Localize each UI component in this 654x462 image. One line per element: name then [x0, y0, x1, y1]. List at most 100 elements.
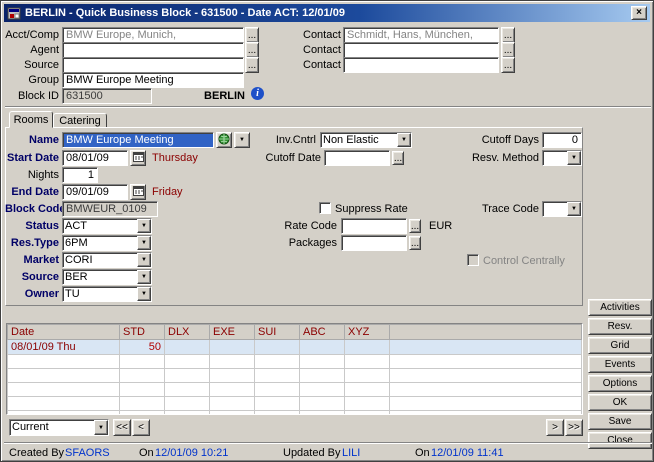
trace-code-value: [543, 202, 567, 216]
end-date-label: End Date: [5, 186, 59, 198]
header-separator: [5, 106, 651, 108]
tab-catering[interactable]: Catering: [53, 113, 107, 128]
chevron-down-icon[interactable]: ▼: [397, 133, 411, 147]
end-date-calendar-button[interactable]: [130, 184, 146, 200]
acct-comp-lookup-button[interactable]: ...: [245, 27, 259, 43]
grid-cell[interactable]: [390, 340, 582, 355]
chevron-down-icon[interactable]: ▼: [137, 253, 151, 267]
activities-button[interactable]: Activities: [588, 299, 652, 316]
chevron-down-icon[interactable]: ▼: [137, 236, 151, 250]
grid-data-row[interactable]: 08/01/09 Thu 50: [8, 340, 582, 355]
contact3-lookup-button[interactable]: ...: [501, 57, 515, 73]
rate-code-input[interactable]: [341, 218, 407, 234]
trace-code-combo[interactable]: ▼: [542, 201, 582, 217]
market-combo[interactable]: CORI ▼: [62, 252, 152, 268]
grid-button[interactable]: Grid: [588, 337, 652, 354]
chevron-down-icon[interactable]: ▼: [137, 270, 151, 284]
contact1-lookup-button[interactable]: ...: [501, 27, 515, 43]
contact2-input[interactable]: [343, 42, 499, 58]
created-by-label: Created By: [9, 447, 64, 459]
grid-view-combo[interactable]: Current ▼: [9, 419, 109, 436]
chevron-down-icon: ▼: [239, 137, 245, 143]
info-icon[interactable]: i: [251, 87, 264, 100]
contact1-input[interactable]: [343, 27, 499, 43]
rate-code-lookup-button[interactable]: ...: [409, 219, 421, 233]
start-date-input[interactable]: [62, 150, 128, 166]
grid-empty-row: [8, 411, 582, 416]
grid-col-sui: SUI: [255, 325, 300, 340]
titlebar-close-button[interactable]: ×: [631, 6, 647, 20]
agent-input[interactable]: [62, 42, 244, 58]
tab-rooms-label: Rooms: [14, 114, 49, 126]
grid-header-row: Date STD DLX EXE SUI ABC XYZ: [8, 325, 582, 340]
grid-cell[interactable]: [345, 340, 390, 355]
cutoff-date-lookup-button[interactable]: ...: [392, 151, 404, 165]
end-date-input[interactable]: [62, 184, 128, 200]
resv-method-combo[interactable]: ▼: [542, 150, 582, 166]
agent-lookup-button[interactable]: ...: [245, 42, 259, 58]
acct-comp-label: Acct/Comp: [5, 29, 59, 41]
grid-cell-date[interactable]: 08/01/09 Thu: [8, 340, 120, 355]
chevron-down-icon[interactable]: ▼: [567, 151, 581, 165]
grid-col-exe: EXE: [210, 325, 255, 340]
market-value: CORI: [63, 253, 137, 267]
close-button[interactable]: Close: [588, 432, 652, 449]
chevron-down-icon[interactable]: ▼: [94, 420, 108, 435]
cutoff-days-label: Cutoff Days: [451, 134, 539, 146]
inv-cntrl-combo[interactable]: Non Elastic ▼: [320, 132, 412, 148]
grid-empty-row: [8, 383, 582, 397]
resv-method-label: Resv. Method: [451, 152, 539, 164]
updated-by-value: LILI: [342, 447, 360, 459]
footer-separator: [4, 442, 652, 444]
inv-cntrl-label: Inv.Cntrl: [256, 134, 316, 146]
grid-empty-row: [8, 397, 582, 411]
page-last-button: >>: [565, 419, 583, 436]
cutoff-date-input[interactable]: [324, 150, 390, 166]
source-account-input[interactable]: [62, 57, 244, 73]
save-button[interactable]: Save: [588, 413, 652, 430]
grid-cell[interactable]: [165, 340, 210, 355]
cutoff-days-input[interactable]: [542, 132, 582, 148]
block-name-input[interactable]: [62, 132, 214, 148]
res-type-label: Res.Type: [5, 237, 59, 249]
name-dropdown-button[interactable]: ▼: [234, 132, 250, 148]
events-button[interactable]: Events: [588, 356, 652, 373]
grid-empty-row: [8, 355, 582, 369]
status-combo[interactable]: ACT ▼: [62, 218, 152, 234]
agent-label: Agent: [5, 44, 59, 56]
start-date-label: Start Date: [5, 152, 59, 164]
packages-lookup-button[interactable]: ...: [409, 236, 421, 250]
source-combo[interactable]: BER ▼: [62, 269, 152, 285]
tab-rooms[interactable]: Rooms: [9, 111, 53, 128]
group-input[interactable]: [62, 72, 244, 88]
ok-button[interactable]: OK: [588, 394, 652, 411]
resv-button[interactable]: Resv.: [588, 318, 652, 335]
titlebar: BERLIN - Quick Business Block - 631500 -…: [4, 4, 650, 22]
acct-comp-input[interactable]: [62, 27, 244, 43]
updated-on-label: On: [415, 447, 430, 459]
end-day-text: Friday: [152, 186, 183, 198]
nights-label: Nights: [5, 169, 59, 181]
grid-cell[interactable]: [210, 340, 255, 355]
suppress-rate-checkbox[interactable]: [319, 202, 331, 214]
grid-cell[interactable]: [255, 340, 300, 355]
chevron-down-icon[interactable]: ▼: [137, 287, 151, 301]
block-code-input: [62, 201, 158, 217]
chevron-down-icon[interactable]: ▼: [137, 219, 151, 233]
owner-combo[interactable]: TU ▼: [62, 286, 152, 302]
grid-cell[interactable]: [300, 340, 345, 355]
packages-input[interactable]: [341, 235, 407, 251]
contact3-input[interactable]: [343, 57, 499, 73]
res-type-combo[interactable]: 6PM ▼: [62, 235, 152, 251]
page-first-button: <<: [113, 419, 131, 436]
source-lookup-button[interactable]: ...: [245, 57, 259, 73]
grid-cell-std[interactable]: 50: [120, 340, 165, 355]
chevron-down-icon[interactable]: ▼: [567, 202, 581, 216]
grid-col-std: STD: [120, 325, 165, 340]
start-date-calendar-button[interactable]: [130, 150, 146, 166]
contact2-lookup-button[interactable]: ...: [501, 42, 515, 58]
options-button[interactable]: Options: [588, 375, 652, 392]
globe-translate-button[interactable]: [216, 132, 232, 148]
nights-input[interactable]: [62, 167, 98, 183]
owner-value: TU: [63, 287, 137, 301]
